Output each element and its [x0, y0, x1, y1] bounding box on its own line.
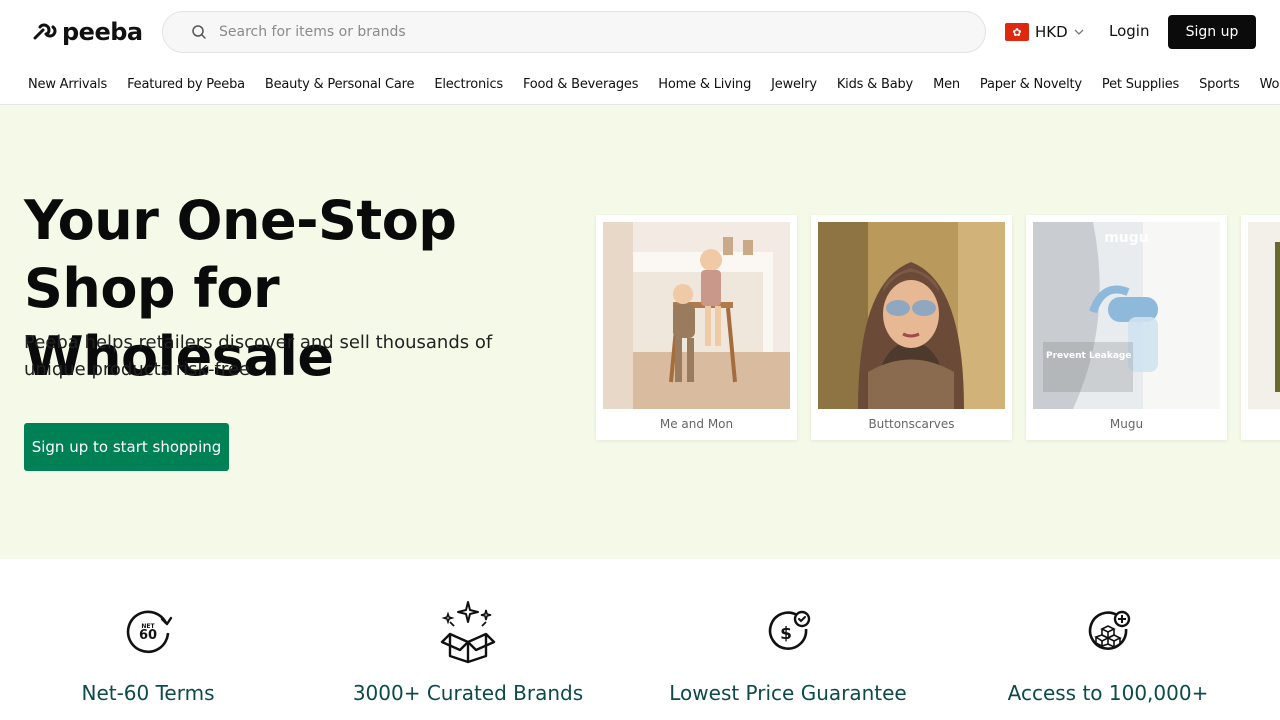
peeba-logo[interactable]: peeba	[32, 18, 143, 46]
nav-item-women[interactable]: Women	[1260, 77, 1280, 92]
mugu-overlay-heading: Prevent Leakage	[1046, 351, 1132, 361]
brand-card-image: mugu Prevent Leakage	[1033, 222, 1220, 409]
currency-code: HKD	[1035, 23, 1068, 41]
nav-item-beauty[interactable]: Beauty & Personal Care	[265, 77, 415, 92]
nav-item-sports[interactable]: Sports	[1199, 77, 1240, 92]
net60-icon-label-bottom: 60	[139, 628, 157, 643]
search-icon	[191, 24, 207, 40]
hero-title-line1: Your One-Stop	[24, 189, 457, 252]
brand-card[interactable]: Buttonscarves	[811, 215, 1012, 440]
feature-title: Access to 100,000+	[1007, 681, 1209, 705]
nav-item-electronics[interactable]: Electronics	[434, 77, 503, 92]
nav-item-food[interactable]: Food & Beverages	[523, 77, 639, 92]
nav-item-home[interactable]: Home & Living	[658, 77, 751, 92]
nav-item-jewelry[interactable]: Jewelry	[771, 77, 817, 92]
logo-mark-icon	[33, 23, 57, 40]
brand-card-name: Buttonscarves	[868, 417, 955, 431]
feature-item: 3000+ Curated Brands	[308, 559, 628, 720]
logo-text: peeba	[62, 18, 143, 46]
nav-item-new-arrivals[interactable]: New Arrivals	[28, 77, 107, 92]
hong-kong-flag-icon: ✿	[1005, 23, 1029, 41]
category-nav: New Arrivals Featured by Peeba Beauty & …	[0, 64, 1280, 105]
feature-title: Lowest Price Guarantee	[669, 681, 907, 705]
gift-box-icon	[436, 599, 500, 664]
brand-card[interactable]: Me and Mon	[596, 215, 797, 440]
feature-title: Net-60 Terms	[81, 681, 215, 705]
signup-cta-button[interactable]: Sign up to start shopping	[24, 423, 229, 471]
brand-card-name: Me and Mon	[659, 417, 734, 431]
nav-item-paper[interactable]: Paper & Novelty	[980, 77, 1082, 92]
nav-item-kids[interactable]: Kids & Baby	[837, 77, 913, 92]
brand-card-image	[603, 222, 790, 409]
hero-section: Your One-Stop Shop for Wholesale Peeba h…	[0, 105, 1280, 559]
mugu-brand-watermark: mugu	[1104, 230, 1149, 246]
feature-item: $ Lowest Price Guarantee	[628, 559, 948, 720]
brand-card-image	[1248, 222, 1280, 409]
search-input[interactable]	[219, 24, 919, 40]
hero-subtitle: Peeba helps retailers discover and sell …	[24, 332, 493, 380]
features-section: NET 60 Net-60 Terms 3000+ Curated Brands	[0, 559, 1280, 720]
brand-card[interactable]	[1241, 215, 1280, 440]
dollar-check-icon: $	[756, 599, 820, 663]
svg-text:$: $	[780, 624, 792, 644]
nav-item-featured[interactable]: Featured by Peeba	[127, 77, 245, 92]
currency-selector[interactable]: ✿ HKD	[1005, 21, 1084, 43]
boxes-plus-icon	[1076, 599, 1140, 663]
net60-icon: NET 60	[116, 599, 180, 663]
feature-item: NET 60 Net-60 Terms	[0, 559, 308, 720]
brand-card-name: Mugu	[1109, 417, 1144, 431]
feature-title: 3000+ Curated Brands	[352, 681, 584, 705]
chevron-down-icon	[1074, 29, 1084, 35]
brand-card[interactable]: mugu Prevent Leakage Mugu	[1026, 215, 1227, 440]
feature-item: Access to 100,000+	[948, 559, 1268, 720]
login-link[interactable]: Login	[1109, 22, 1149, 40]
search-bar[interactable]	[162, 11, 986, 53]
signup-button[interactable]: Sign up	[1168, 15, 1256, 49]
nav-item-men[interactable]: Men	[933, 77, 960, 92]
header: peeba ✿ HKD Login Sign up	[0, 0, 1280, 64]
brand-card-image	[818, 222, 1005, 409]
nav-item-pet[interactable]: Pet Supplies	[1102, 77, 1179, 92]
